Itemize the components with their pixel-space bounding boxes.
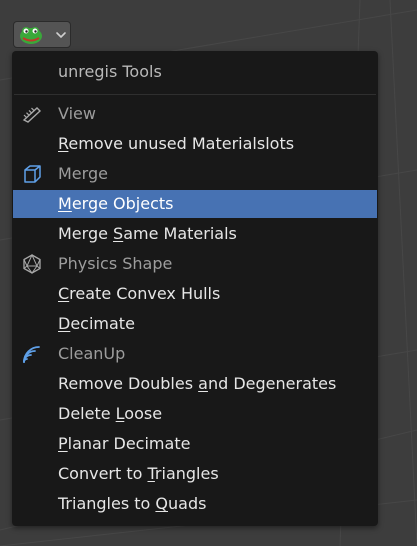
cube-icon — [24, 165, 41, 183]
dropdown-menu: unregis Tools View Remove unused Materia… — [12, 51, 378, 526]
item-label: emove unused Materialslots — [68, 134, 295, 153]
item-label-prefix: Merge — [58, 224, 114, 243]
signal-icon — [23, 346, 40, 363]
item-label-prefix: Delete — [58, 404, 116, 423]
item-label: nd Degenerates — [207, 374, 337, 393]
section-view: View — [13, 100, 377, 128]
section-physics-shape: Physics Shape — [13, 250, 377, 278]
decimate-item[interactable]: Decimate — [13, 310, 377, 338]
frog-avatar-icon — [20, 27, 42, 44]
menu-title: unregis Tools — [58, 62, 162, 81]
item-hotkey: T — [147, 464, 155, 483]
item-label: erge Objects — [71, 194, 174, 213]
item-hotkey: L — [115, 404, 125, 423]
item-label: Physics Shape — [58, 254, 173, 273]
item-hotkey: R — [58, 134, 69, 153]
item-label: lanar Decimate — [67, 434, 191, 453]
item-label: View — [58, 104, 96, 123]
merge-same-materials-item[interactable]: Merge Same Materials — [13, 220, 377, 248]
section-cleanup: CleanUp — [13, 340, 377, 368]
item-hotkey: Q — [155, 494, 168, 513]
remove-unused-materialslots-item[interactable]: Remove unused Materialslots — [13, 130, 377, 158]
merge-objects-item[interactable]: Merge Objects — [13, 190, 377, 218]
item-label: CleanUp — [58, 344, 126, 363]
planar-decimate-item[interactable]: Planar Decimate — [13, 430, 377, 458]
item-label: ame Materials — [123, 224, 237, 243]
item-hotkey: D — [58, 314, 71, 333]
item-label-prefix: Remove Doubles — [58, 374, 199, 393]
item-label-prefix: Triangles to — [58, 494, 156, 513]
delete-loose-item[interactable]: Delete Loose — [13, 400, 377, 428]
icosphere-icon — [23, 254, 41, 274]
item-label: riangles — [154, 464, 219, 483]
addon-menu-button[interactable] — [13, 21, 71, 48]
chevron-down-icon — [56, 32, 66, 39]
convert-to-triangles-item[interactable]: Convert to Triangles — [13, 460, 377, 488]
item-hotkey: a — [198, 374, 208, 393]
item-label: reate Convex Hulls — [69, 284, 221, 303]
item-label: oose — [124, 404, 163, 423]
item-label-prefix: Convert to — [58, 464, 148, 483]
item-hotkey: S — [113, 224, 124, 243]
triangles-to-quads-item[interactable]: Triangles to Quads — [13, 490, 377, 518]
item-label: Merge — [58, 164, 108, 183]
item-label: uads — [168, 494, 207, 513]
comb-icon — [22, 107, 42, 123]
item-hotkey: M — [58, 194, 72, 213]
item-label: ecimate — [70, 314, 135, 333]
menu-separator — [14, 94, 376, 95]
section-merge: Merge — [13, 160, 377, 188]
create-convex-hulls-item[interactable]: Create Convex Hulls — [13, 280, 377, 308]
item-hotkey: C — [58, 284, 70, 303]
remove-doubles-item[interactable]: Remove Doubles and Degenerates — [13, 370, 377, 398]
item-hotkey: P — [58, 434, 68, 453]
